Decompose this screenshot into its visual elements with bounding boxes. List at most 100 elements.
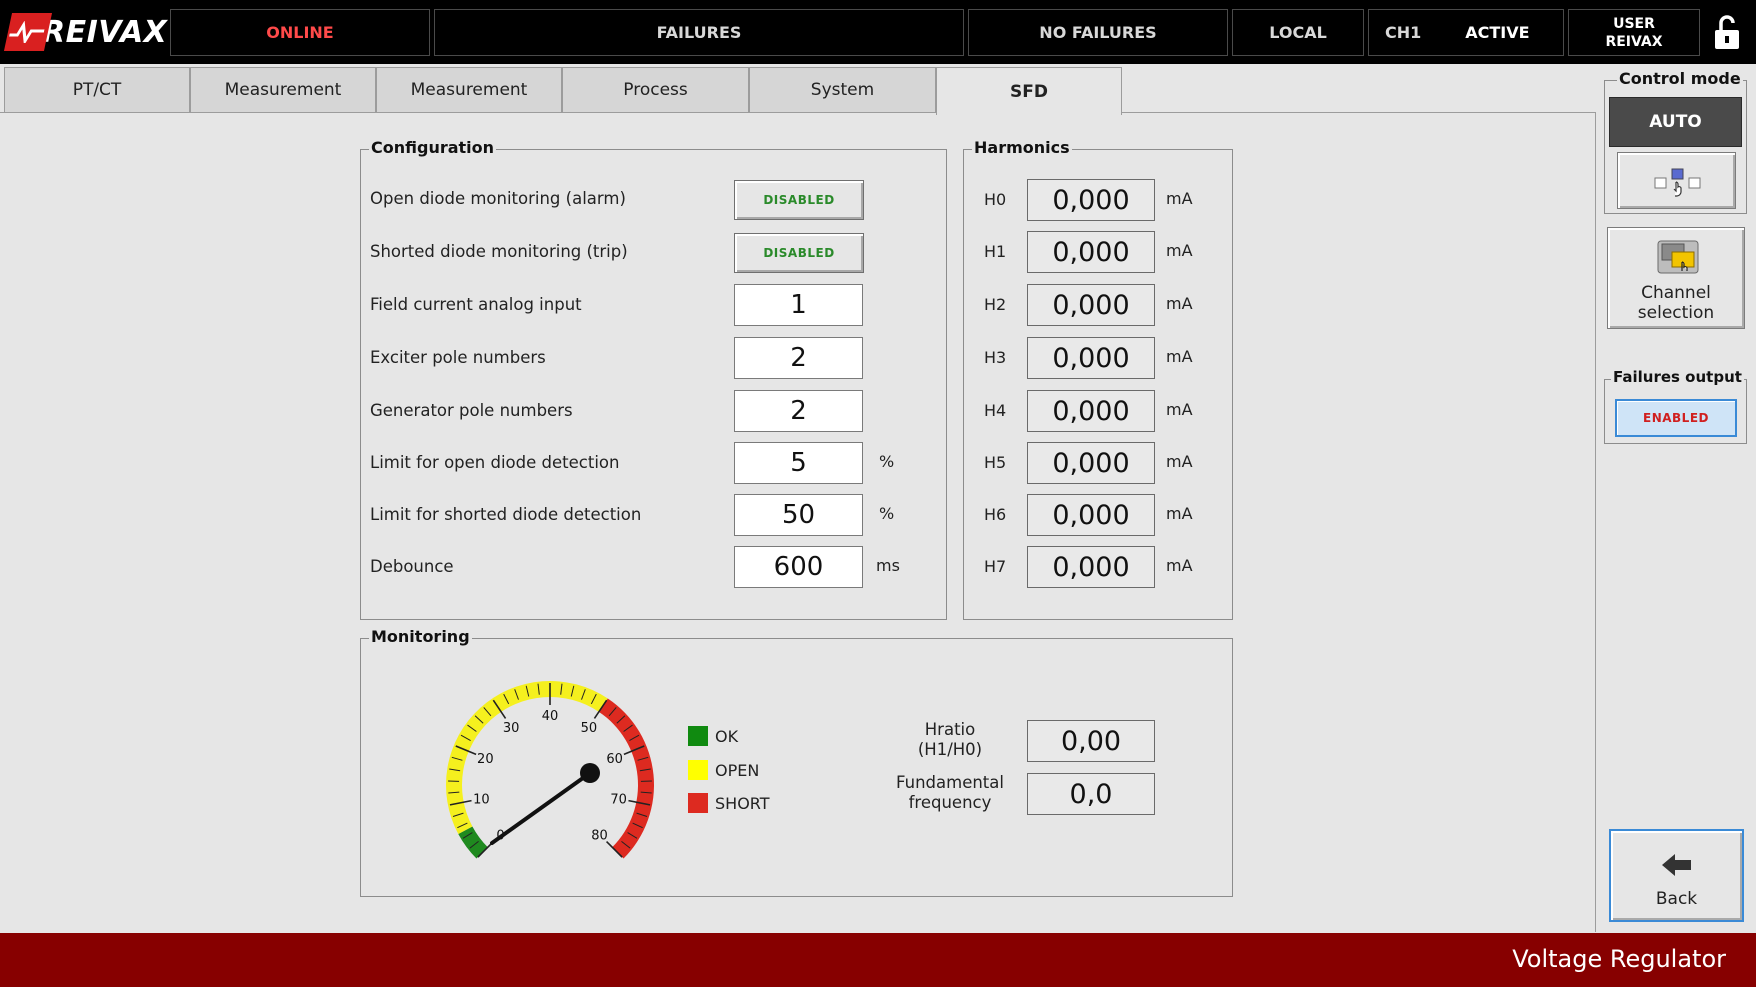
reivax-logo-icon — [3, 13, 53, 51]
shorted-limit-label: Limit for shorted diode detection — [370, 505, 642, 524]
reivax-logo: REIVAX — [3, 10, 168, 54]
top-status-bar: REIVAX ONLINE FAILURES NO FAILURES LOCAL… — [0, 0, 1756, 64]
open-diode-toggle[interactable]: DISABLED — [734, 180, 864, 220]
local-remote-status: LOCAL — [1232, 9, 1364, 56]
legend-ok-swatch — [688, 726, 708, 746]
field-current-input[interactable]: 1 — [734, 284, 863, 326]
harmonic-value-h5: 0,000 — [1027, 442, 1155, 484]
failures-state: NO FAILURES — [968, 9, 1228, 56]
legend-open-swatch — [688, 760, 708, 780]
harmonic-value-h0: 0,000 — [1027, 179, 1155, 221]
harmonic-label-h3: H3 — [984, 348, 1007, 367]
debounce-label: Debounce — [370, 557, 454, 576]
open-limit-label: Limit for open diode detection — [370, 453, 620, 472]
configuration-title: Configuration — [369, 138, 497, 157]
gauge-tick-label: 30 — [503, 721, 520, 736]
harmonic-unit-h3: mA — [1166, 347, 1193, 366]
gauge-tick-label: 20 — [477, 752, 494, 767]
debounce-unit: ms — [876, 556, 900, 575]
gauge-tick-label: 40 — [542, 709, 559, 724]
channel-label: CH1 — [1385, 23, 1422, 42]
channel-selection-line1: Channel — [1641, 283, 1711, 303]
gauge-zone-1 — [446, 681, 608, 835]
footer-title: Voltage Regulator — [1512, 945, 1726, 973]
hratio-label: Hratio (H1/H0) — [880, 720, 1020, 760]
field-current-label: Field current analog input — [370, 295, 582, 314]
legend-short: SHORT — [688, 792, 770, 814]
control-mode-select-button[interactable] — [1617, 152, 1736, 209]
legend-ok-label: OK — [715, 726, 739, 746]
harmonic-label-h1: H1 — [984, 242, 1007, 261]
hratio-label-line1: Hratio — [924, 720, 976, 739]
gauge-tick-label: 10 — [473, 793, 490, 808]
unlock-icon[interactable] — [1714, 14, 1740, 50]
generator-poles-label: Generator pole numbers — [370, 401, 573, 420]
harmonic-value-h7: 0,000 — [1027, 546, 1155, 588]
back-label: Back — [1655, 889, 1698, 909]
fundamental-label-line1: Fundamental — [896, 773, 1004, 792]
gauge-tick-label: 70 — [610, 793, 627, 808]
exciter-poles-input[interactable]: 2 — [734, 337, 863, 379]
debounce-input[interactable]: 600 — [734, 546, 863, 588]
tab-measurement-2[interactable]: Measurement — [376, 67, 562, 113]
tab-pt-ct[interactable]: PT/CT — [4, 67, 190, 113]
gauge-hub — [580, 763, 600, 783]
hratio-value: 0,00 — [1027, 720, 1155, 762]
tab-measurement-1[interactable]: Measurement — [190, 67, 376, 113]
harmonic-label-h7: H7 — [984, 557, 1007, 576]
harmonic-unit-h1: mA — [1166, 241, 1193, 260]
control-mode-icon — [1654, 168, 1701, 197]
harmonic-value-h3: 0,000 — [1027, 337, 1155, 379]
harmonic-unit-h5: mA — [1166, 452, 1193, 471]
tab-process[interactable]: Process — [562, 67, 749, 113]
tab-system[interactable]: System — [749, 67, 936, 113]
harmonic-value-h6: 0,000 — [1027, 494, 1155, 536]
channel-selection-label: Channel selection — [1608, 283, 1744, 323]
channel-selection-line2: selection — [1637, 303, 1715, 323]
diode-status-gauge: 01020304050607080 — [446, 681, 654, 859]
exciter-poles-label: Exciter pole numbers — [370, 348, 546, 367]
open-limit-input[interactable]: 5 — [734, 442, 863, 484]
gauge-needle — [490, 771, 592, 845]
harmonic-label-h5: H5 — [984, 453, 1007, 472]
monitoring-title: Monitoring — [369, 627, 472, 646]
shorted-diode-label: Shorted diode monitoring (trip) — [370, 242, 628, 261]
harmonic-label-h2: H2 — [984, 295, 1007, 314]
failures-output-title: Failures output — [1611, 368, 1744, 386]
failures-output-toggle[interactable]: ENABLED — [1615, 399, 1737, 437]
harmonic-value-h1: 0,000 — [1027, 231, 1155, 273]
shorted-limit-unit: % — [879, 504, 895, 523]
control-mode-auto-button[interactable]: AUTO — [1609, 97, 1742, 147]
harmonic-label-h6: H6 — [984, 505, 1007, 524]
harmonic-unit-h4: mA — [1166, 400, 1193, 419]
channel-state: ACTIVE — [1465, 23, 1530, 42]
back-button[interactable]: Back — [1609, 829, 1744, 922]
harmonic-value-h4: 0,000 — [1027, 390, 1155, 432]
harmonic-value-h2: 0,000 — [1027, 284, 1155, 326]
failures-button[interactable]: FAILURES — [434, 9, 964, 56]
user-name: REIVAX — [1605, 33, 1663, 50]
shorted-limit-input[interactable]: 50 — [734, 494, 863, 536]
online-status: ONLINE — [170, 9, 430, 56]
fundamental-label-line2: frequency — [908, 793, 992, 812]
hratio-label-line2: (H1/H0) — [917, 740, 983, 759]
user-button[interactable]: USER REIVAX — [1568, 9, 1700, 56]
gauge-tick-label: 80 — [591, 828, 608, 843]
harmonics-title: Harmonics — [972, 138, 1072, 157]
fundamental-label: Fundamental frequency — [880, 773, 1020, 813]
open-diode-label: Open diode monitoring (alarm) — [370, 189, 626, 208]
shorted-diode-toggle[interactable]: DISABLED — [734, 233, 864, 273]
channel-status: CH1 ACTIVE — [1368, 9, 1564, 56]
legend-open-label: OPEN — [715, 760, 760, 780]
tab-sfd[interactable]: SFD — [936, 67, 1122, 115]
legend-ok: OK — [688, 725, 738, 747]
channel-selection-button[interactable]: Channel selection — [1607, 227, 1745, 329]
harmonic-unit-h0: mA — [1166, 189, 1193, 208]
channel-selection-icon — [1657, 240, 1699, 274]
bottom-title-bar: Voltage Regulator — [0, 933, 1756, 987]
legend-short-swatch — [688, 793, 708, 813]
legend-open: OPEN — [688, 759, 759, 781]
legend-short-label: SHORT — [715, 793, 770, 813]
control-mode-title: Control mode — [1617, 69, 1743, 88]
generator-poles-input[interactable]: 2 — [734, 390, 863, 432]
